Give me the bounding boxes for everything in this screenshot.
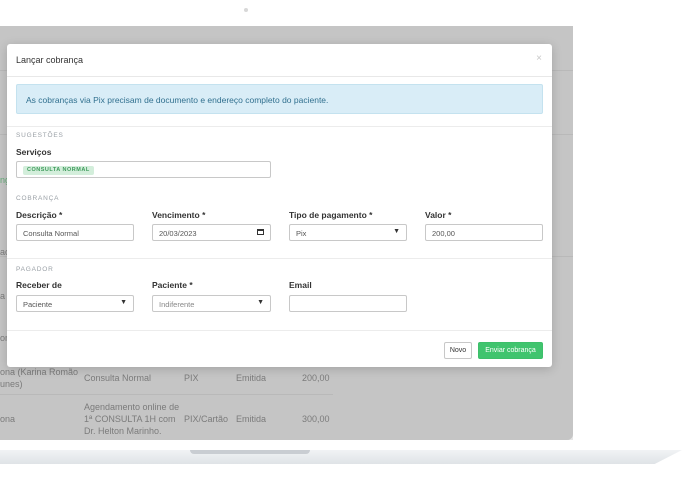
descricao-value: Consulta Normal <box>23 229 79 238</box>
valor-label: Valor * <box>425 210 452 220</box>
descricao-input[interactable]: Consulta Normal <box>16 224 134 241</box>
divider <box>7 126 552 127</box>
section-pagador: PAGADOR <box>16 266 54 273</box>
paciente-select[interactable]: Indiferente ▼ <box>152 295 271 312</box>
chevron-down-icon: ▼ <box>257 299 264 306</box>
charge-modal: Lançar cobrança × As cobranças via Pix p… <box>7 44 552 367</box>
device-base-notch <box>190 450 310 454</box>
alert-text: As cobranças via Pix precisam de documen… <box>26 95 329 105</box>
calendar-icon[interactable] <box>257 229 264 235</box>
service-tag[interactable]: CONSULTA NORMAL <box>23 166 94 175</box>
email-label: Email <box>289 280 312 290</box>
chevron-down-icon: ▼ <box>120 299 127 306</box>
tipo-pagamento-value: Pix <box>296 229 307 238</box>
device-base <box>0 450 682 464</box>
section-sugestoes: SUGESTÕES <box>16 132 64 139</box>
vencimento-value: 20/03/2023 <box>159 229 197 238</box>
close-icon[interactable]: × <box>536 53 542 64</box>
paciente-label: Paciente * <box>152 280 193 290</box>
receber-de-value: Paciente <box>23 300 53 309</box>
pix-info-alert: As cobranças via Pix precisam de documen… <box>16 84 543 114</box>
descricao-label: Descrição * <box>16 210 63 220</box>
chevron-down-icon: ▼ <box>393 228 400 235</box>
valor-value: 200,00 <box>432 229 455 238</box>
servicos-field[interactable]: CONSULTA NORMAL <box>16 161 271 178</box>
novo-button[interactable]: Novo <box>444 342 472 359</box>
vencimento-date-input[interactable]: 20/03/2023 <box>152 224 271 241</box>
modal-header: Lançar cobrança × <box>7 44 552 77</box>
valor-input[interactable]: 200,00 <box>425 224 543 241</box>
enviar-cobranca-button[interactable]: Enviar cobrança <box>478 342 543 359</box>
tipo-pagamento-select[interactable]: Pix ▼ <box>289 224 407 241</box>
email-input[interactable] <box>289 295 407 312</box>
divider <box>7 330 552 331</box>
camera-dot <box>244 8 248 12</box>
vencimento-label: Vencimento * <box>152 210 206 220</box>
section-cobranca: COBRANÇA <box>16 195 60 202</box>
servicos-label: Serviços <box>16 147 52 157</box>
divider <box>7 258 552 259</box>
tipo-pagamento-label: Tipo de pagamento * <box>289 210 373 220</box>
modal-title: Lançar cobrança <box>16 55 84 65</box>
receber-de-select[interactable]: Paciente ▼ <box>16 295 134 312</box>
paciente-value: Indiferente <box>159 300 195 309</box>
receber-de-label: Receber de <box>16 280 62 290</box>
